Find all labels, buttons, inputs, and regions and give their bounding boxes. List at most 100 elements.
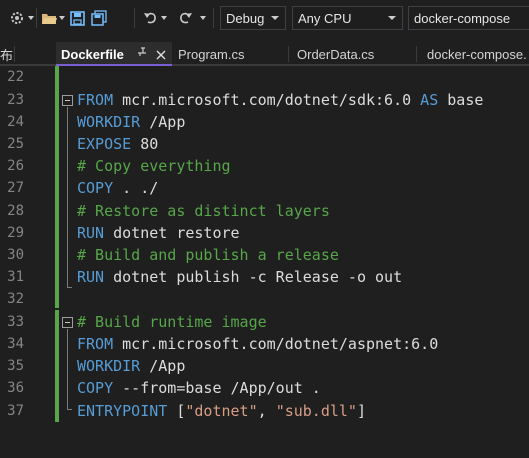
keyword: WORKDIR — [77, 113, 141, 131]
tab-label: OrderData.cs — [297, 46, 375, 62]
code-line: FROM mcr.microsoft.com/dotnet/aspnet:6.0 — [77, 333, 438, 355]
line-number: 34 — [7, 336, 24, 352]
fold-guide — [67, 409, 72, 410]
code-editor[interactable]: 22 23 24 25 26 27 28 29 30 31 32 33 34 3… — [0, 66, 529, 458]
tab-orderdata-cs[interactable]: OrderData.cs — [292, 42, 414, 66]
comment: # Restore as distinct layers — [77, 202, 330, 220]
tab-label: Dockerfile — [61, 46, 124, 62]
code-text: mcr.microsoft.com/dotnet/sdk:6.0 — [113, 91, 421, 109]
keyword: COPY — [77, 379, 114, 397]
code-text: dotnet restore — [104, 224, 240, 242]
chevron-down-icon — [271, 16, 279, 20]
gear-icon[interactable] — [8, 8, 26, 28]
open-folder-icon[interactable] — [40, 8, 58, 28]
code-text: /App — [140, 357, 186, 375]
line-number: 30 — [7, 247, 24, 263]
comment: # Build and publish a release — [77, 246, 339, 264]
keyword: RUN — [77, 268, 105, 286]
platform-value: Any CPU — [298, 10, 352, 26]
chevron-down-icon[interactable] — [28, 8, 34, 28]
redo-icon[interactable] — [176, 8, 194, 28]
keyword: ENTRYPOINT — [77, 402, 168, 420]
code-text: [ — [167, 402, 186, 420]
line-number: 29 — [7, 225, 24, 241]
code-line: RUN dotnet publish -c Release -o out — [77, 266, 402, 288]
code-text: /App — [140, 113, 186, 131]
line-number: 24 — [7, 114, 24, 130]
chevron-down-icon[interactable] — [59, 8, 65, 28]
code-line: WORKDIR /App — [77, 111, 185, 133]
tab-partial[interactable]: 布 — [0, 42, 13, 66]
change-indicator — [55, 66, 59, 308]
change-indicator — [55, 310, 59, 422]
code-line: EXPOSE 80 — [77, 133, 158, 155]
fold-guide — [67, 107, 68, 287]
configuration-value: Debug — [226, 10, 265, 26]
undo-icon[interactable] — [142, 8, 160, 28]
chevron-down-icon[interactable] — [200, 8, 206, 28]
keyword: RUN — [77, 224, 105, 242]
line-number: 33 — [7, 314, 24, 330]
keyword: COPY — [77, 179, 114, 197]
line-number: 25 — [7, 136, 24, 152]
code-line: # Copy everything — [77, 155, 231, 177]
code-text: --from=base /App/out . — [113, 379, 321, 397]
tab-label: docker-compose. — [427, 46, 527, 62]
code-line: # Restore as distinct layers — [77, 200, 330, 222]
tab-label: Program.cs — [178, 46, 245, 62]
line-number: 22 — [7, 69, 24, 85]
tab-label: 布 — [0, 47, 13, 63]
line-number: 37 — [7, 403, 24, 419]
configuration-dropdown[interactable]: Debug — [220, 6, 286, 30]
comment: # Copy everything — [77, 157, 231, 175]
line-number: 28 — [7, 203, 24, 219]
line-number-gutter: 22 23 24 25 26 27 28 29 30 31 32 33 34 3… — [0, 66, 40, 458]
save-icon[interactable] — [68, 8, 86, 28]
fold-guide — [67, 329, 68, 409]
tab-program-cs[interactable]: Program.cs — [173, 42, 288, 66]
line-number: 23 — [7, 92, 24, 108]
line-number: 26 — [7, 158, 24, 174]
save-all-icon[interactable] — [90, 8, 108, 28]
code-text: 80 — [131, 135, 159, 153]
keyword: AS — [420, 91, 439, 109]
code-text: ] — [356, 402, 366, 420]
string-literal: "sub.dll" — [275, 402, 357, 420]
code-line: COPY --from=base /App/out . — [77, 377, 321, 399]
comment: # Build runtime image — [77, 313, 267, 331]
code-line: # Build and publish a release — [77, 244, 339, 266]
line-number: 32 — [7, 291, 24, 307]
platform-dropdown[interactable]: Any CPU — [292, 6, 403, 30]
chevron-down-icon[interactable] — [161, 8, 167, 28]
startup-project-value: docker-compose — [414, 10, 511, 26]
keyword: FROM — [77, 335, 114, 353]
code-line: RUN dotnet restore — [77, 222, 240, 244]
collapse-icon[interactable] — [62, 317, 73, 328]
fold-guide — [67, 287, 72, 288]
close-icon[interactable] — [156, 48, 166, 63]
keyword: WORKDIR — [77, 357, 141, 375]
code-text: . ./ — [113, 179, 159, 197]
code-line: COPY . ./ — [77, 177, 158, 199]
code-text: , — [257, 402, 276, 420]
line-number: 31 — [7, 269, 24, 285]
pin-icon[interactable] — [138, 47, 148, 62]
line-number: 35 — [7, 358, 24, 374]
code-line: WORKDIR /App — [77, 355, 185, 377]
code-text: mcr.microsoft.com/dotnet/aspnet:6.0 — [113, 335, 439, 353]
document-tabs: 布 Dockerfile Program.cs OrderData.cs doc… — [0, 42, 529, 66]
keyword: FROM — [77, 91, 114, 109]
code-line: ENTRYPOINT ["dotnet", "sub.dll"] — [77, 400, 366, 422]
toolbar: Debug Any CPU docker-compose — [0, 0, 529, 36]
tab-docker-compose[interactable]: docker-compose. — [422, 42, 529, 66]
line-number: 27 — [7, 180, 24, 196]
line-number: 36 — [7, 380, 24, 396]
collapse-icon[interactable] — [62, 95, 73, 106]
tab-dockerfile[interactable]: Dockerfile — [56, 42, 172, 66]
code-line: FROM mcr.microsoft.com/dotnet/sdk:6.0 AS… — [77, 89, 483, 111]
keyword: EXPOSE — [77, 135, 132, 153]
code-line: # Build runtime image — [77, 311, 267, 333]
startup-project-dropdown[interactable]: docker-compose — [408, 6, 529, 30]
code-text: base — [438, 91, 484, 109]
chevron-down-icon — [388, 16, 396, 20]
